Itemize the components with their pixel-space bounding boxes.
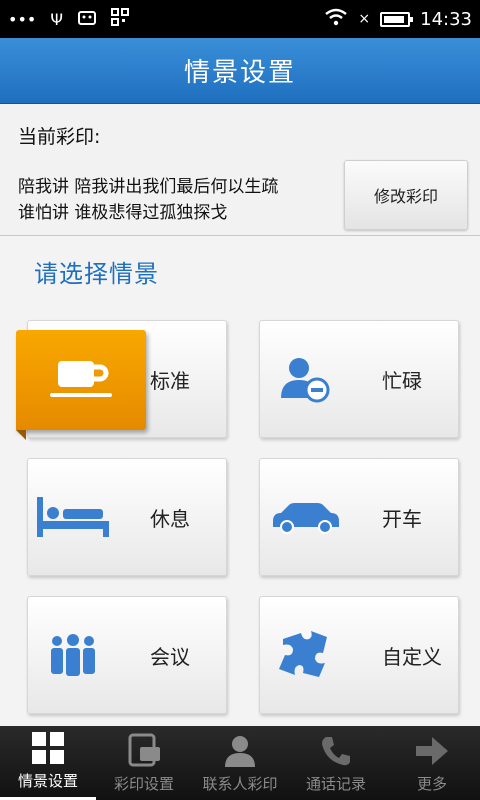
nav-call-log[interactable]: 通话记录 <box>288 726 384 800</box>
select-scene-heading: 请选择情景 <box>34 260 159 288</box>
nav-label: 更多 <box>416 775 447 793</box>
page-title: 情景设置 <box>183 58 296 88</box>
bottom-nav: 情景设置 彩印设置 联系人彩印 通话记录 更多 <box>0 726 480 800</box>
current-ring-text: 陪我讲 陪我讲出我们最后何以生疏 谁怕讲 谁极悲得过孤独探戈 <box>18 174 338 226</box>
scene-rest-button[interactable]: 休息 <box>27 458 227 576</box>
status-bar: ••• Ψ × 14:33 <box>0 0 480 38</box>
arrow-right-icon <box>414 729 450 773</box>
current-ring-line-1: 陪我讲 陪我讲出我们最后何以生疏 <box>18 177 279 197</box>
android-debug-icon <box>77 8 97 30</box>
current-ring-panel: 当前彩印: 陪我讲 陪我讲出我们最后何以生疏 谁怕讲 谁极悲得过孤独探戈 修改彩… <box>0 104 480 236</box>
call-log-icon <box>318 729 354 773</box>
modify-ring-button[interactable]: 修改彩印 <box>344 160 468 230</box>
current-ring-line-2: 谁怕讲 谁极悲得过孤独探戈 <box>18 203 228 223</box>
usb-icon: Ψ <box>50 9 63 29</box>
scene-label: 休息 <box>150 506 190 531</box>
car-icon <box>260 459 350 575</box>
nav-contact-ring[interactable]: 联系人彩印 <box>192 726 288 800</box>
nav-scene-settings[interactable]: 情景设置 <box>0 726 96 800</box>
grid-icon <box>30 726 66 770</box>
clock: 14:33 <box>420 8 472 30</box>
contact-icon <box>222 729 258 773</box>
nav-label: 通话记录 <box>305 775 366 793</box>
nav-more[interactable]: 更多 <box>384 726 480 800</box>
puzzle-icon <box>260 597 350 713</box>
scene-custom-button[interactable]: 自定义 <box>259 596 459 714</box>
nav-label: 联系人彩印 <box>202 775 278 793</box>
battery-icon <box>380 11 414 27</box>
wifi-icon <box>324 8 348 31</box>
scene-label: 开车 <box>382 506 422 531</box>
nav-label: 彩印设置 <box>113 775 174 793</box>
scene-label: 标准 <box>150 368 190 393</box>
scene-label: 自定义 <box>382 644 442 669</box>
no-signal-icon: × <box>358 11 371 27</box>
scene-busy-button[interactable]: 忙碌 <box>259 320 459 438</box>
nav-label: 情景设置 <box>17 772 78 790</box>
nav-ring-settings[interactable]: 彩印设置 <box>96 726 192 800</box>
more-icon: ••• <box>8 9 37 29</box>
coffee-icon <box>46 353 116 407</box>
scene-driving-button[interactable]: 开车 <box>259 458 459 576</box>
meeting-icon <box>28 597 118 713</box>
scene-label: 会议 <box>150 644 190 669</box>
qr-icon <box>110 8 129 30</box>
bed-icon <box>28 459 118 575</box>
current-ring-label: 当前彩印: <box>18 126 101 148</box>
app-header: 情景设置 <box>0 38 480 104</box>
busy-user-icon <box>260 321 350 437</box>
phone-screen-icon <box>126 729 162 773</box>
selected-scene-tag <box>16 330 146 440</box>
scene-label: 忙碌 <box>382 368 422 393</box>
scene-meeting-button[interactable]: 会议 <box>27 596 227 714</box>
